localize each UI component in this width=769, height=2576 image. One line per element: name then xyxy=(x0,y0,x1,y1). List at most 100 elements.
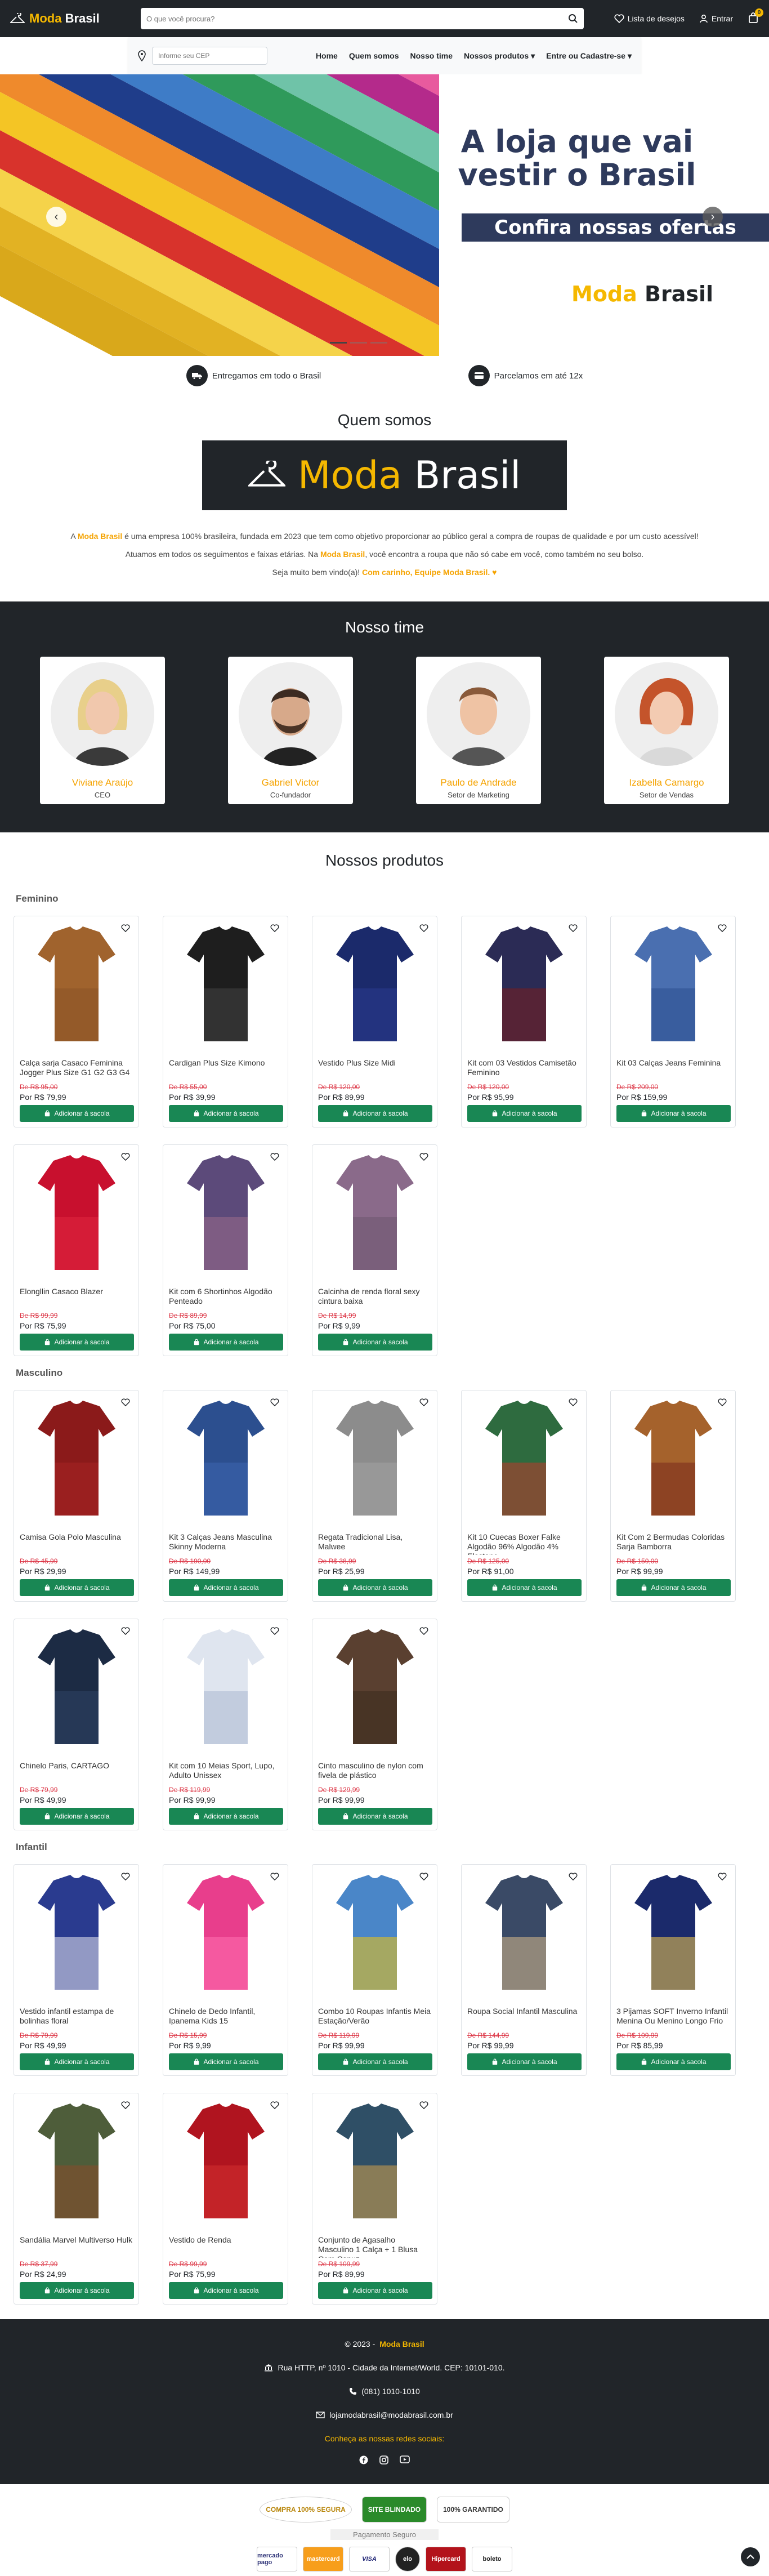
product-name[interactable]: Cinto masculino de nylon com fivela de p… xyxy=(318,1761,431,1784)
product-card[interactable]: Kit Com 2 Bermudas Coloridas Sarja Bambo… xyxy=(610,1390,736,1602)
wishlist-heart-button[interactable] xyxy=(267,1624,282,1638)
add-to-bag-button[interactable]: Adicionar à sacola xyxy=(318,1808,432,1825)
add-to-bag-button[interactable]: Adicionar à sacola xyxy=(20,1579,134,1596)
add-to-bag-button[interactable]: Adicionar à sacola xyxy=(467,1579,582,1596)
product-card[interactable]: Chinelo Paris, CARTAGO De R$ 79,99 Por R… xyxy=(14,1619,139,1830)
product-name[interactable]: Kit com 10 Meias Sport, Lupo, Adulto Uni… xyxy=(169,1761,282,1784)
add-to-bag-button[interactable]: Adicionar à sacola xyxy=(467,2053,582,2070)
add-to-bag-button[interactable]: Adicionar à sacola xyxy=(318,1334,432,1351)
add-to-bag-button[interactable]: Adicionar à sacola xyxy=(616,1105,731,1122)
product-card[interactable]: Combo 10 Roupas Infantis Meia Estação/Ve… xyxy=(312,1864,437,2076)
product-image[interactable] xyxy=(20,1869,134,2001)
product-image[interactable] xyxy=(20,1395,134,1527)
product-name[interactable]: Kit com 6 Shortinhos Algodão Penteado xyxy=(169,1287,282,1309)
add-to-bag-button[interactable]: Adicionar à sacola xyxy=(318,1579,432,1596)
product-card[interactable]: Camisa Gola Polo Masculina De R$ 45,99 P… xyxy=(14,1390,139,1602)
search-icon[interactable] xyxy=(568,14,578,24)
add-to-bag-button[interactable]: Adicionar à sacola xyxy=(169,1808,283,1825)
product-name[interactable]: Vestido de Renda xyxy=(169,2235,282,2258)
product-name[interactable]: Roupa Social Infantil Masculina xyxy=(467,2007,580,2029)
carousel-indicator[interactable] xyxy=(350,342,367,344)
product-name[interactable]: Kit com 03 Vestidos Camisetão Feminino xyxy=(467,1058,580,1081)
product-name[interactable]: Kit 10 Cuecas Boxer Falke Algodão 96% Al… xyxy=(467,1532,580,1555)
product-image[interactable] xyxy=(616,1869,731,2001)
product-card[interactable]: Kit com 10 Meias Sport, Lupo, Adulto Uni… xyxy=(163,1619,288,1830)
product-name[interactable]: 3 Pijamas SOFT Inverno Infantil Menina O… xyxy=(616,2007,730,2029)
nav-home[interactable]: Home xyxy=(316,51,338,61)
add-to-bag-button[interactable]: Adicionar à sacola xyxy=(20,1808,134,1825)
wishlist-heart-button[interactable] xyxy=(566,1869,580,1884)
product-card[interactable]: Calça sarja Casaco Feminina Jogger Plus … xyxy=(14,916,139,1127)
product-image[interactable] xyxy=(318,1395,432,1527)
youtube-icon[interactable] xyxy=(400,2455,410,2466)
product-image[interactable] xyxy=(467,1869,582,2001)
wishlist-heart-button[interactable] xyxy=(715,921,730,935)
product-card[interactable]: Cinto masculino de nylon com fivela de p… xyxy=(312,1619,437,1830)
add-to-bag-button[interactable]: Adicionar à sacola xyxy=(169,2053,283,2070)
wishlist-link[interactable]: Lista de desejos xyxy=(614,14,685,23)
carousel-prev-button[interactable]: ‹ xyxy=(46,207,66,227)
product-name[interactable]: Chinelo Paris, CARTAGO xyxy=(20,1761,133,1784)
logo-link[interactable]: Moda Brasil xyxy=(10,11,128,26)
add-to-bag-button[interactable]: Adicionar à sacola xyxy=(169,1334,283,1351)
product-name[interactable]: Conjunto de Agasalho Masculino 1 Calça +… xyxy=(318,2235,431,2258)
search-input[interactable] xyxy=(146,15,568,23)
facebook-icon[interactable] xyxy=(359,2455,368,2466)
product-name[interactable]: Kit 3 Calças Jeans Masculina Skinny Mode… xyxy=(169,1532,282,1555)
product-card[interactable]: Elongllin Casaco Blazer De R$ 99,99 Por … xyxy=(14,1144,139,1356)
add-to-bag-button[interactable]: Adicionar à sacola xyxy=(616,1579,731,1596)
product-card[interactable]: Kit com 6 Shortinhos Algodão Penteado De… xyxy=(163,1144,288,1356)
product-image[interactable] xyxy=(467,921,582,1053)
wishlist-heart-button[interactable] xyxy=(267,1869,282,1884)
wishlist-heart-button[interactable] xyxy=(417,2098,431,2113)
add-to-bag-button[interactable]: Adicionar à sacola xyxy=(616,2053,731,2070)
wishlist-heart-button[interactable] xyxy=(267,921,282,935)
product-card[interactable]: Kit 10 Cuecas Boxer Falke Algodão 96% Al… xyxy=(461,1390,587,1602)
nav-entre-cadastre-dropdown[interactable]: Entre ou Cadastre-se▾ xyxy=(546,51,632,61)
cep-input[interactable] xyxy=(152,47,267,65)
product-name[interactable]: Regata Tradicional Lisa, Malwee xyxy=(318,1532,431,1555)
wishlist-heart-button[interactable] xyxy=(118,921,133,935)
product-card[interactable]: Chinelo de Dedo Infantil, Ipanema Kids 1… xyxy=(163,1864,288,2076)
product-image[interactable] xyxy=(20,1149,134,1281)
add-to-bag-button[interactable]: Adicionar à sacola xyxy=(20,2282,134,2299)
carousel-indicator[interactable] xyxy=(370,342,387,344)
product-image[interactable] xyxy=(169,1395,283,1527)
product-image[interactable] xyxy=(318,1624,432,1755)
product-card[interactable]: Vestido Plus Size Midi De R$ 120,00 Por … xyxy=(312,916,437,1127)
product-name[interactable]: Calcinha de renda floral sexy cintura ba… xyxy=(318,1287,431,1309)
product-card[interactable]: Vestido de Renda De R$ 99,99 Por R$ 75,9… xyxy=(163,2093,288,2305)
product-card[interactable]: Cardigan Plus Size Kimono De R$ 55,00 Po… xyxy=(163,916,288,1127)
product-card[interactable]: Vestido infantil estampa de bolinhas flo… xyxy=(14,1864,139,2076)
product-image[interactable] xyxy=(616,1395,731,1527)
add-to-bag-button[interactable]: Adicionar à sacola xyxy=(467,1105,582,1122)
product-name[interactable]: Sandália Marvel Multiverso Hulk xyxy=(20,2235,133,2258)
product-image[interactable] xyxy=(169,2098,283,2230)
cart-button[interactable]: 0 xyxy=(748,12,759,25)
add-to-bag-button[interactable]: Adicionar à sacola xyxy=(318,1105,432,1122)
instagram-icon[interactable] xyxy=(379,2455,388,2466)
product-card[interactable]: Conjunto de Agasalho Masculino 1 Calça +… xyxy=(312,2093,437,2305)
product-image[interactable] xyxy=(169,1149,283,1281)
product-image[interactable] xyxy=(318,1149,432,1281)
wishlist-heart-button[interactable] xyxy=(417,1869,431,1884)
add-to-bag-button[interactable]: Adicionar à sacola xyxy=(20,2053,134,2070)
add-to-bag-button[interactable]: Adicionar à sacola xyxy=(169,2282,283,2299)
wishlist-heart-button[interactable] xyxy=(417,1624,431,1638)
product-card[interactable]: 3 Pijamas SOFT Inverno Infantil Menina O… xyxy=(610,1864,736,2076)
product-name[interactable]: Calça sarja Casaco Feminina Jogger Plus … xyxy=(20,1058,133,1081)
wishlist-heart-button[interactable] xyxy=(267,1149,282,1164)
nav-nossos-produtos-dropdown[interactable]: Nossos produtos▾ xyxy=(464,51,535,61)
wishlist-heart-button[interactable] xyxy=(118,1149,133,1164)
login-link[interactable]: Entrar xyxy=(699,14,733,23)
scroll-to-top-button[interactable] xyxy=(741,2547,760,2566)
product-image[interactable] xyxy=(20,921,134,1053)
product-image[interactable] xyxy=(318,2098,432,2230)
product-name[interactable]: Vestido infantil estampa de bolinhas flo… xyxy=(20,2007,133,2029)
product-name[interactable]: Elongllin Casaco Blazer xyxy=(20,1287,133,1309)
wishlist-heart-button[interactable] xyxy=(566,921,580,935)
product-card[interactable]: Regata Tradicional Lisa, Malwee De R$ 38… xyxy=(312,1390,437,1602)
wishlist-heart-button[interactable] xyxy=(267,2098,282,2113)
product-card[interactable]: Kit 3 Calças Jeans Masculina Skinny Mode… xyxy=(163,1390,288,1602)
product-name[interactable]: Combo 10 Roupas Infantis Meia Estação/Ve… xyxy=(318,2007,431,2029)
